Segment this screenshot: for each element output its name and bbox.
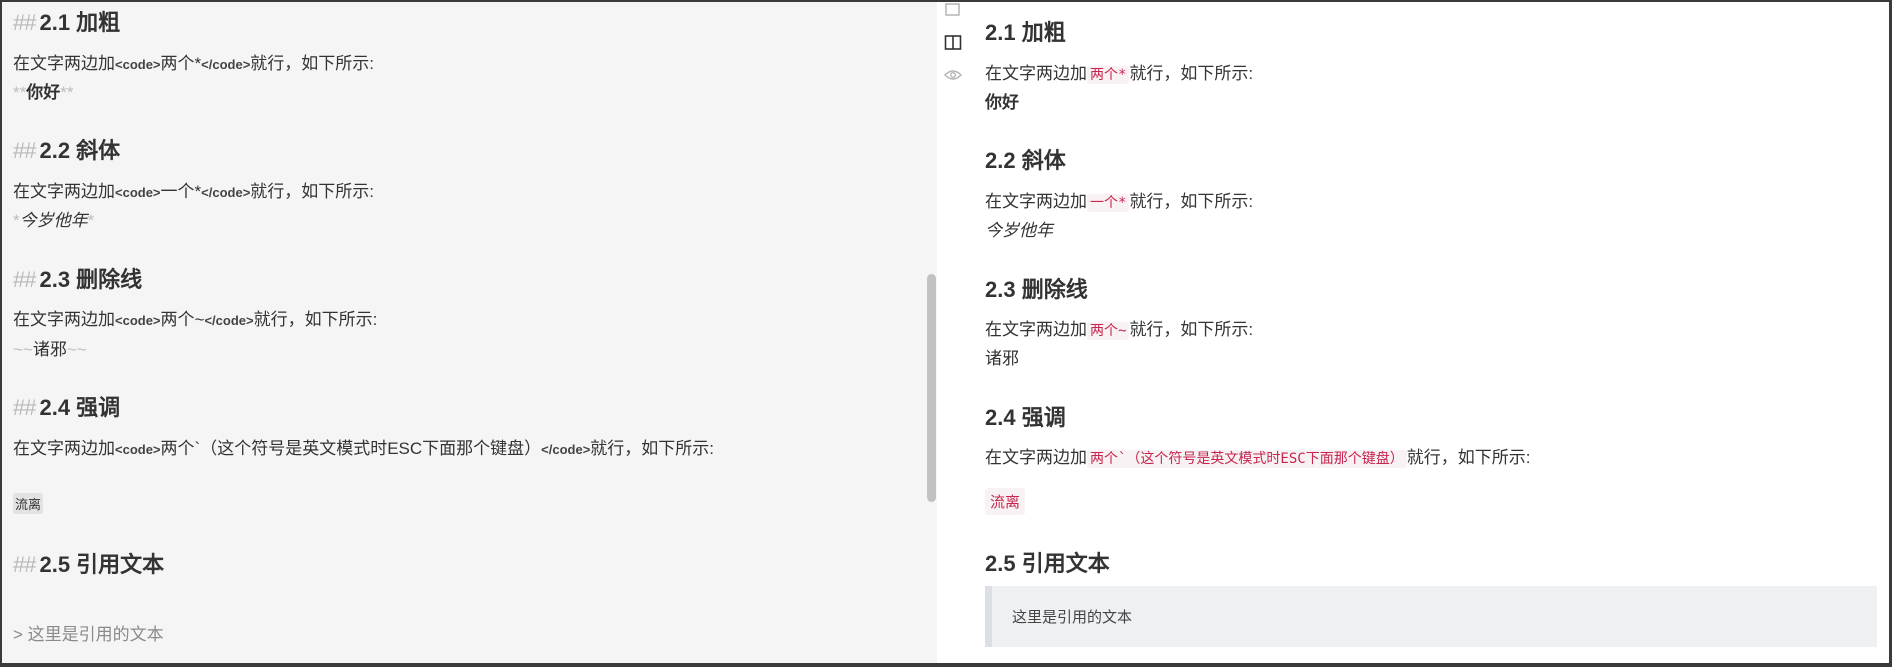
- markdown-editor-window: ## 2.1 加粗 在文字两边加<code>两个*</code>就行，如下所示: …: [2, 2, 1889, 663]
- desc-post: 就行，如下所示:: [1129, 64, 1254, 83]
- editor-desc-line: 在文字两边加<code>两个*</code>就行，如下所示:: [13, 49, 374, 74]
- format-marker: *: [13, 211, 20, 230]
- editor-heading-2-1: ## 2.1 加粗: [13, 5, 120, 37]
- heading-text: 2.3 删除线: [39, 267, 143, 292]
- editor-heading-2-2: ## 2.2 斜体: [13, 133, 120, 165]
- quote-text: 这里是引用的文本: [27, 625, 164, 644]
- desc-pre: 在文字两边加: [985, 448, 1087, 467]
- heading-text: 2.2 斜体: [39, 138, 121, 163]
- preview-desc-line: 在文字两边加 一个* 就行，如下所示:: [985, 187, 1253, 212]
- heading-marker: ##: [13, 10, 37, 35]
- quote-marker: >: [13, 625, 23, 644]
- heading-marker: ##: [13, 267, 37, 292]
- editor-desc-line: 在文字两边加<code>一个*</code>就行，如下所示:: [13, 177, 374, 202]
- inline-code: 两个`（这个符号是英文模式时ESC下面那个键盘）: [1087, 450, 1407, 468]
- editor-scrollbar[interactable]: [923, 2, 937, 663]
- desc-post: 就行，如下所示:: [250, 182, 375, 201]
- preview-blockquote: 这里是引用的文本: [985, 586, 1877, 647]
- code-close-tag: </code>: [541, 442, 591, 457]
- code-text: 两个~: [160, 310, 205, 329]
- editor-sample-strike: ~~诸邪~~: [13, 335, 87, 360]
- desc-pre: 在文字两边加: [985, 192, 1087, 211]
- inline-code: 一个*: [1087, 194, 1130, 212]
- sample-text: 诸邪: [32, 340, 67, 359]
- preview-sample-code: 流离: [985, 488, 1026, 515]
- editor-sample-code: 流离: [13, 493, 44, 514]
- code-open-tag: <code>: [115, 442, 161, 457]
- desc-pre: 在文字两边加: [985, 64, 1087, 83]
- desc-post: 就行，如下所示:: [253, 310, 378, 329]
- preview-heading-2-5: 2.5 引用文本: [985, 551, 1110, 576]
- preview-eye-icon[interactable]: [944, 68, 962, 86]
- heading-text: 2.4 强调: [39, 395, 121, 420]
- desc-post: 就行，如下所示:: [1129, 320, 1254, 339]
- editor-heading-2-5: ## 2.5 引用文本: [13, 547, 164, 579]
- desc-pre: 在文字两边加: [13, 182, 115, 201]
- format-marker: **: [60, 83, 74, 102]
- format-marker: **: [13, 83, 27, 102]
- preview-sample-bold: 你好: [985, 93, 1019, 112]
- editor-only-icon[interactable]: [944, 3, 962, 21]
- heading-marker: ##: [13, 552, 37, 577]
- preview-desc-line: 在文字两边加 两个* 就行，如下所示:: [985, 59, 1253, 84]
- preview-pane: 2.1 加粗 在文字两边加 两个* 就行，如下所示: 你好 2.2 斜体 在文字两边…: [938, 2, 1889, 663]
- desc-post: 就行，如下所示:: [1406, 448, 1531, 467]
- preview-heading-2-4: 2.4 强调: [985, 405, 1066, 430]
- split-view-icon[interactable]: [944, 34, 962, 52]
- desc-pre: 在文字两边加: [13, 439, 115, 458]
- format-marker: ~~: [66, 340, 87, 359]
- desc-post: 就行，如下所示:: [590, 439, 715, 458]
- heading-text: 2.1 加粗: [39, 10, 121, 35]
- editor-scrollbar-thumb[interactable]: [927, 274, 936, 502]
- desc-post: 就行，如下所示:: [250, 54, 375, 73]
- code-open-tag: <code>: [115, 57, 161, 72]
- preview-desc-line: 在文字两边加 两个~ 就行，如下所示:: [985, 315, 1253, 340]
- preview-heading-2-3: 2.3 删除线: [985, 277, 1088, 302]
- format-marker: *: [87, 211, 95, 230]
- preview-heading-2-2: 2.2 斜体: [985, 148, 1066, 173]
- heading-marker: ##: [13, 138, 37, 163]
- code-open-tag: <code>: [115, 185, 161, 200]
- inline-code: 两个*: [1087, 66, 1130, 84]
- desc-pre: 在文字两边加: [13, 54, 115, 73]
- sample-text: 今岁他年: [19, 211, 88, 230]
- editor-quote-line: > 这里是引用的文本: [13, 620, 164, 645]
- code-text: 一个*: [160, 182, 202, 201]
- preview-sample-strike: 诸邪: [985, 349, 1019, 368]
- editor-heading-2-3: ## 2.3 删除线: [13, 262, 142, 294]
- preview-heading-2-1: 2.1 加粗: [985, 20, 1066, 45]
- sample-text: 你好: [26, 83, 61, 102]
- desc-post: 就行，如下所示:: [1129, 192, 1254, 211]
- code-text: 两个`（这个符号是英文模式时ESC下面那个键盘）: [160, 439, 542, 458]
- desc-pre: 在文字两边加: [13, 310, 115, 329]
- view-mode-toolbar: [938, 2, 966, 102]
- heading-marker: ##: [13, 395, 37, 420]
- editor-sample-italic: *今岁他年*: [13, 206, 94, 231]
- code-sample: 流离: [985, 488, 1026, 515]
- preview-sample-italic: 今岁他年: [985, 221, 1053, 240]
- code-text: 两个*: [160, 54, 202, 73]
- editor-pane[interactable]: ## 2.1 加粗 在文字两边加<code>两个*</code>就行，如下所示: …: [2, 2, 937, 663]
- desc-pre: 在文字两边加: [985, 320, 1087, 339]
- editor-sample-bold: **你好**: [13, 78, 73, 103]
- editor-heading-2-4: ## 2.4 强调: [13, 390, 120, 422]
- preview-desc-line: 在文字两边加 两个`（这个符号是英文模式时ESC下面那个键盘） 就行，如下所示:: [985, 443, 1530, 468]
- code-close-tag: </code>: [204, 313, 254, 328]
- format-marker: ~~: [13, 340, 33, 359]
- code-open-tag: <code>: [115, 313, 161, 328]
- blockquote-text: 这里是引用的文本: [1012, 609, 1133, 626]
- code-close-tag: </code>: [201, 57, 251, 72]
- editor-desc-line: 在文字两边加<code>两个~</code>就行，如下所示:: [13, 305, 377, 330]
- code-close-tag: </code>: [201, 185, 251, 200]
- heading-text: 2.5 引用文本: [39, 552, 165, 577]
- inline-code: 两个~: [1087, 322, 1130, 340]
- sample-code-text: 流离: [13, 493, 44, 514]
- editor-desc-line: 在文字两边加<code>两个`（这个符号是英文模式时ESC下面那个键盘）</co…: [13, 434, 714, 459]
